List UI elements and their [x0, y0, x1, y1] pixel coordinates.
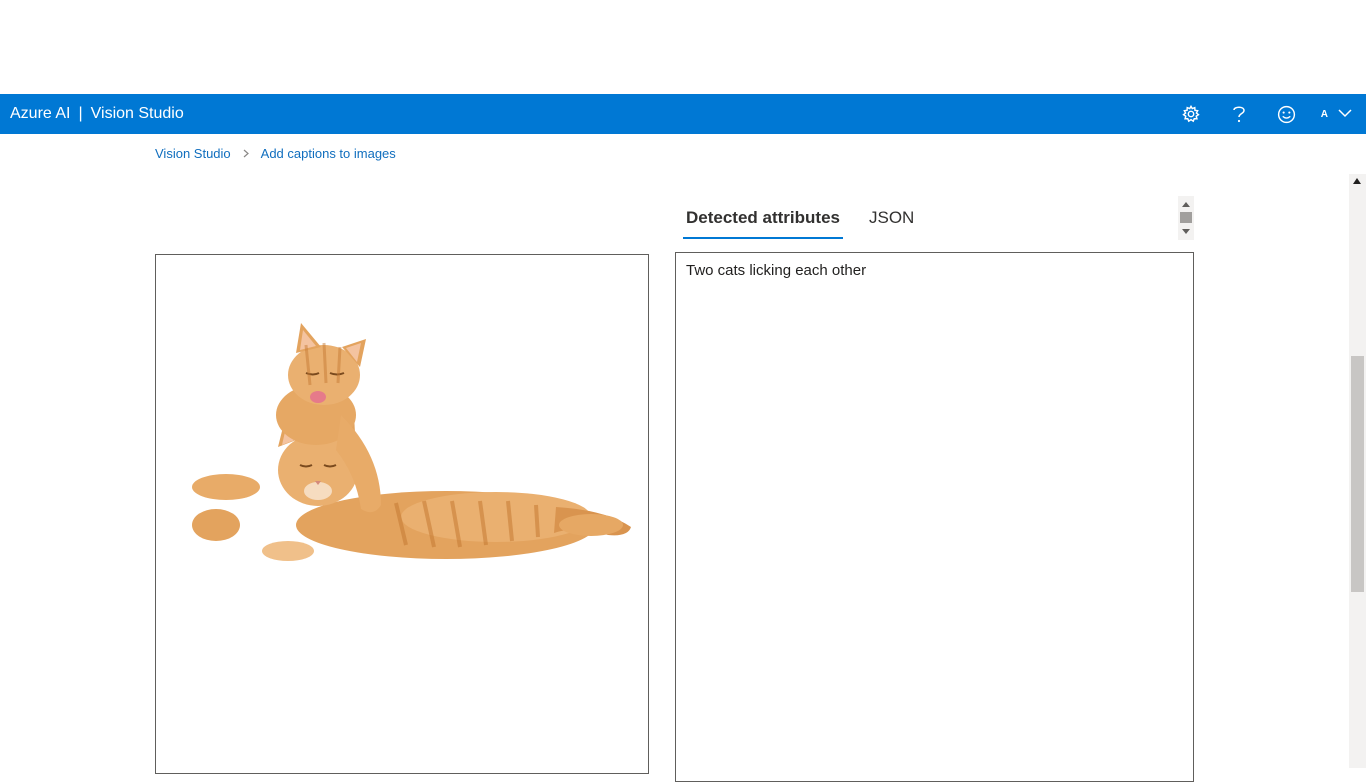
settings-gear-icon[interactable]	[1179, 102, 1203, 126]
detected-attributes-panel: Two cats licking each other	[675, 252, 1194, 782]
result-tabs: Detected attributes JSON	[683, 204, 917, 240]
tab-detected-attributes[interactable]: Detected attributes	[683, 204, 843, 239]
cats-image	[192, 323, 631, 561]
breadcrumb-vision-studio[interactable]: Vision Studio	[155, 146, 231, 161]
page-scroll-thumb[interactable]	[1351, 356, 1364, 592]
page-scrollbar[interactable]	[1349, 174, 1366, 768]
scroll-thumb[interactable]	[1180, 212, 1192, 223]
top-bar: Azure AI | Vision Studio A	[0, 94, 1366, 134]
tabs-scrollbar[interactable]	[1178, 196, 1194, 240]
brand-secondary: Vision Studio	[90, 105, 184, 122]
scroll-down-arrow-icon[interactable]	[1182, 229, 1190, 234]
scroll-up-arrow-icon[interactable]	[1182, 202, 1190, 207]
header-actions: A	[1155, 94, 1352, 134]
brand-primary: Azure AI	[10, 105, 71, 122]
breadcrumb-add-captions[interactable]: Add captions to images	[261, 146, 396, 161]
brand-title[interactable]: Azure AI | Vision Studio	[10, 94, 184, 134]
image-preview-panel	[155, 254, 649, 774]
brand-separator: |	[78, 105, 83, 122]
account-initial: A	[1320, 108, 1328, 120]
chevron-right-icon	[243, 149, 249, 158]
breadcrumb: Vision Studio Add captions to images	[155, 144, 396, 162]
chevron-down-icon	[1338, 105, 1352, 123]
caption-result: Two cats licking each other	[686, 262, 867, 279]
feedback-smiley-icon[interactable]	[1275, 102, 1299, 126]
scroll-up-arrow-icon[interactable]	[1353, 178, 1361, 184]
tab-json[interactable]: JSON	[866, 204, 917, 237]
account-menu[interactable]: A	[1321, 105, 1352, 123]
help-question-icon[interactable]	[1227, 102, 1251, 126]
